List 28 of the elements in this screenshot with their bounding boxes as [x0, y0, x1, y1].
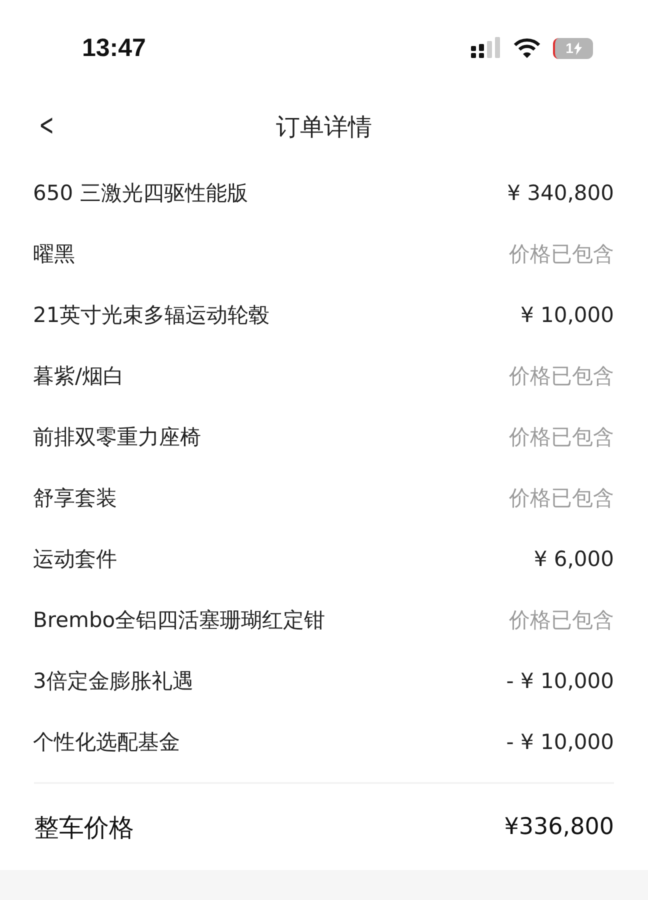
item-name: 650 三激光四驱性能版	[33, 180, 248, 206]
item-name: 暮紫/烟白	[33, 362, 124, 390]
item-name: 舒享套装	[33, 484, 117, 512]
total-price: ¥336,800	[504, 814, 614, 840]
item-price: - ¥ 10,000	[506, 730, 614, 754]
item-price: - ¥ 10,000	[506, 668, 614, 692]
item-name: 3倍定金膨胀礼遇	[33, 668, 194, 694]
included-note: 价格已包含	[509, 240, 614, 268]
item-name: 前排双零重力座椅	[33, 424, 201, 450]
back-button[interactable]: <	[35, 108, 58, 143]
signal-icon	[471, 37, 501, 59]
item-name: 运动套件	[33, 546, 117, 572]
page-title: 订单详情	[276, 112, 372, 143]
item-price: ¥ 340,800	[507, 180, 614, 204]
battery-icon: 1	[553, 38, 593, 58]
item-name: 个性化选配基金	[33, 728, 180, 756]
included-note: 价格已包含	[509, 606, 614, 634]
item-name: 21英寸光束多辐运动轮毂	[33, 302, 270, 328]
wifi-icon	[513, 38, 541, 58]
item-name: 曜黑	[33, 240, 75, 268]
included-note: 价格已包含	[509, 424, 614, 450]
item-price: ¥ 6,000	[534, 546, 614, 570]
included-note: 价格已包含	[509, 362, 614, 390]
status-time: 13:47	[82, 34, 146, 62]
total-label: 整车价格	[34, 812, 134, 844]
included-note: 价格已包含	[509, 484, 614, 512]
item-name: Brembo全铝四活塞珊瑚红定钳	[33, 606, 326, 634]
item-price: ¥ 10,000	[520, 302, 614, 326]
